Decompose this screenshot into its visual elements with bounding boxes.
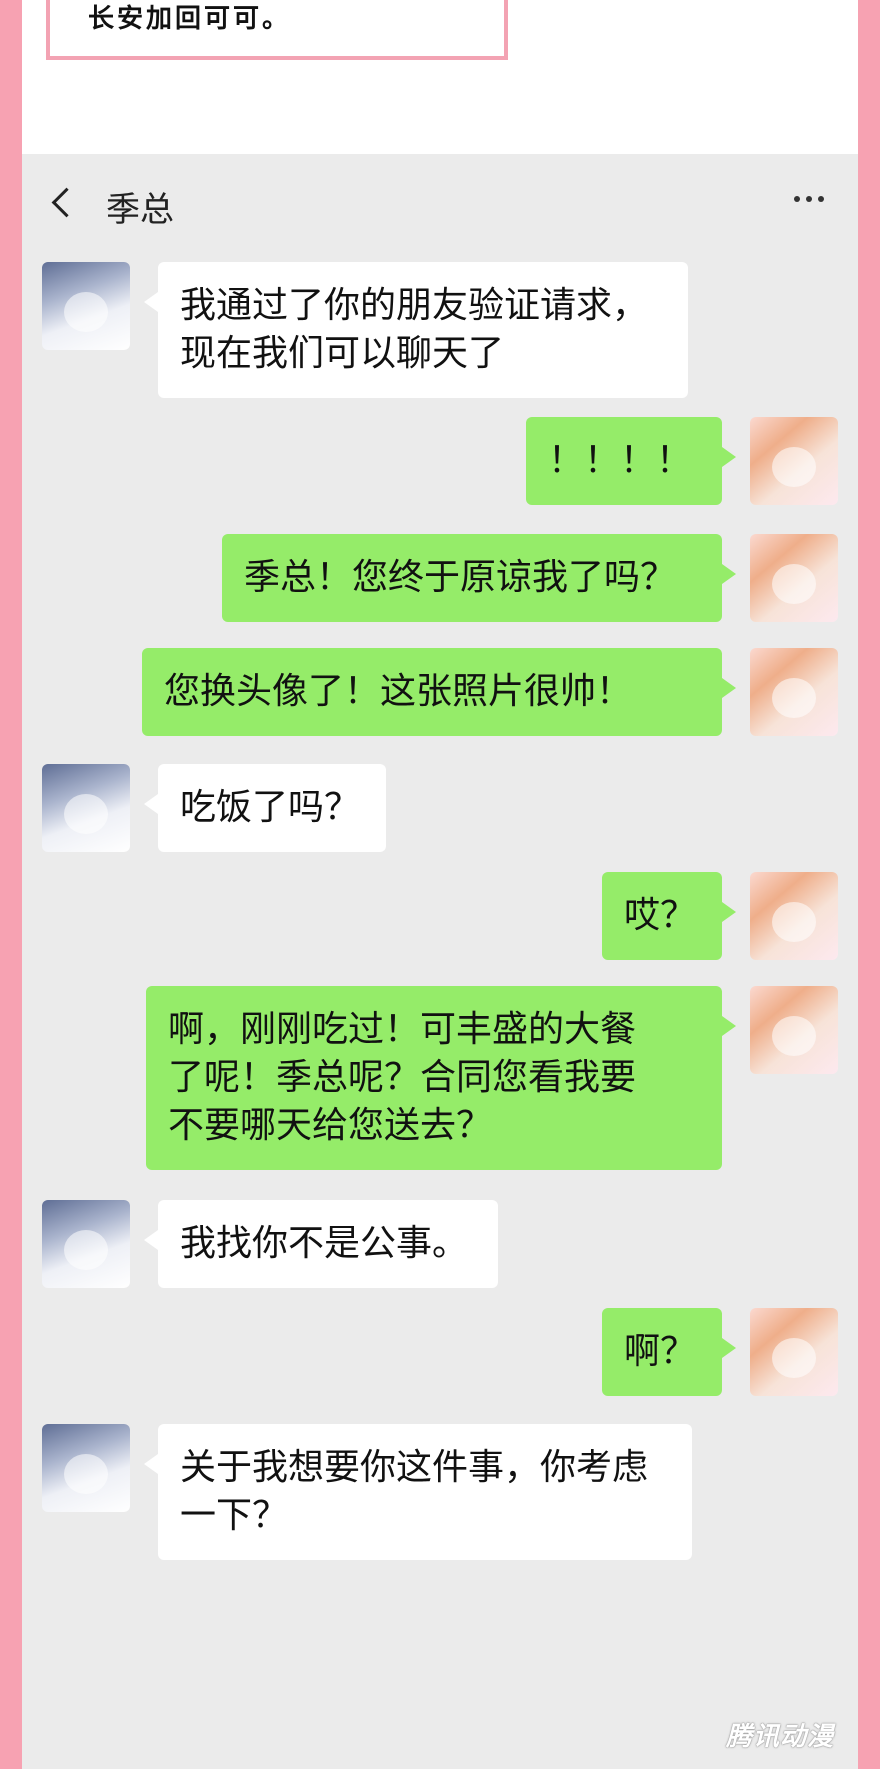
- user-avatar[interactable]: [750, 534, 838, 622]
- user-avatar[interactable]: [750, 648, 838, 736]
- chat-title: 季总: [106, 190, 174, 230]
- received-message-bubble[interactable]: 吃饭了吗？: [144, 764, 386, 852]
- sent-message-bubble[interactable]: 啊，刚刚吃过！可丰盛的大餐 了呢！季总呢？合同您看我要 不要哪天给您送去？: [146, 986, 736, 1170]
- sent-message-bubble[interactable]: 哎？: [602, 872, 736, 960]
- back-arrow-icon[interactable]: [51, 187, 82, 218]
- contact-avatar[interactable]: [42, 262, 130, 350]
- sent-message-bubble[interactable]: 啊？: [602, 1308, 736, 1396]
- sent-message-bubble[interactable]: 您换头像了！这张照片很帅！: [142, 648, 736, 736]
- user-avatar[interactable]: [750, 986, 838, 1074]
- user-avatar[interactable]: [750, 1308, 838, 1396]
- caption-box: 长安加回可可。: [46, 0, 508, 60]
- contact-avatar[interactable]: [42, 1424, 130, 1512]
- comic-panel: 长安加回可可。 季总 我通过了你的朋友验证请求， 现在我们可以聊天了 ！！！！ …: [22, 0, 858, 1769]
- user-avatar[interactable]: [750, 417, 838, 505]
- more-options-icon[interactable]: [794, 196, 824, 204]
- received-message-bubble[interactable]: 我找你不是公事。: [144, 1200, 498, 1288]
- contact-avatar[interactable]: [42, 1200, 130, 1288]
- caption-text: 长安加回可可。: [88, 4, 292, 34]
- received-message-bubble[interactable]: 我通过了你的朋友验证请求， 现在我们可以聊天了: [144, 262, 688, 398]
- sent-message-bubble[interactable]: 季总！您终于原谅我了吗？: [222, 534, 736, 622]
- user-avatar[interactable]: [750, 872, 838, 960]
- chat-header: 季总: [22, 154, 858, 254]
- contact-avatar[interactable]: [42, 764, 130, 852]
- sent-message-bubble[interactable]: ！！！！: [526, 417, 736, 505]
- received-message-bubble[interactable]: 关于我想要你这件事，你考虑 一下？: [144, 1424, 692, 1560]
- chat-screen: 季总 我通过了你的朋友验证请求， 现在我们可以聊天了 ！！！！ 季总！您终于原谅…: [22, 154, 858, 1769]
- watermark-logo: 腾讯动漫: [725, 1722, 834, 1752]
